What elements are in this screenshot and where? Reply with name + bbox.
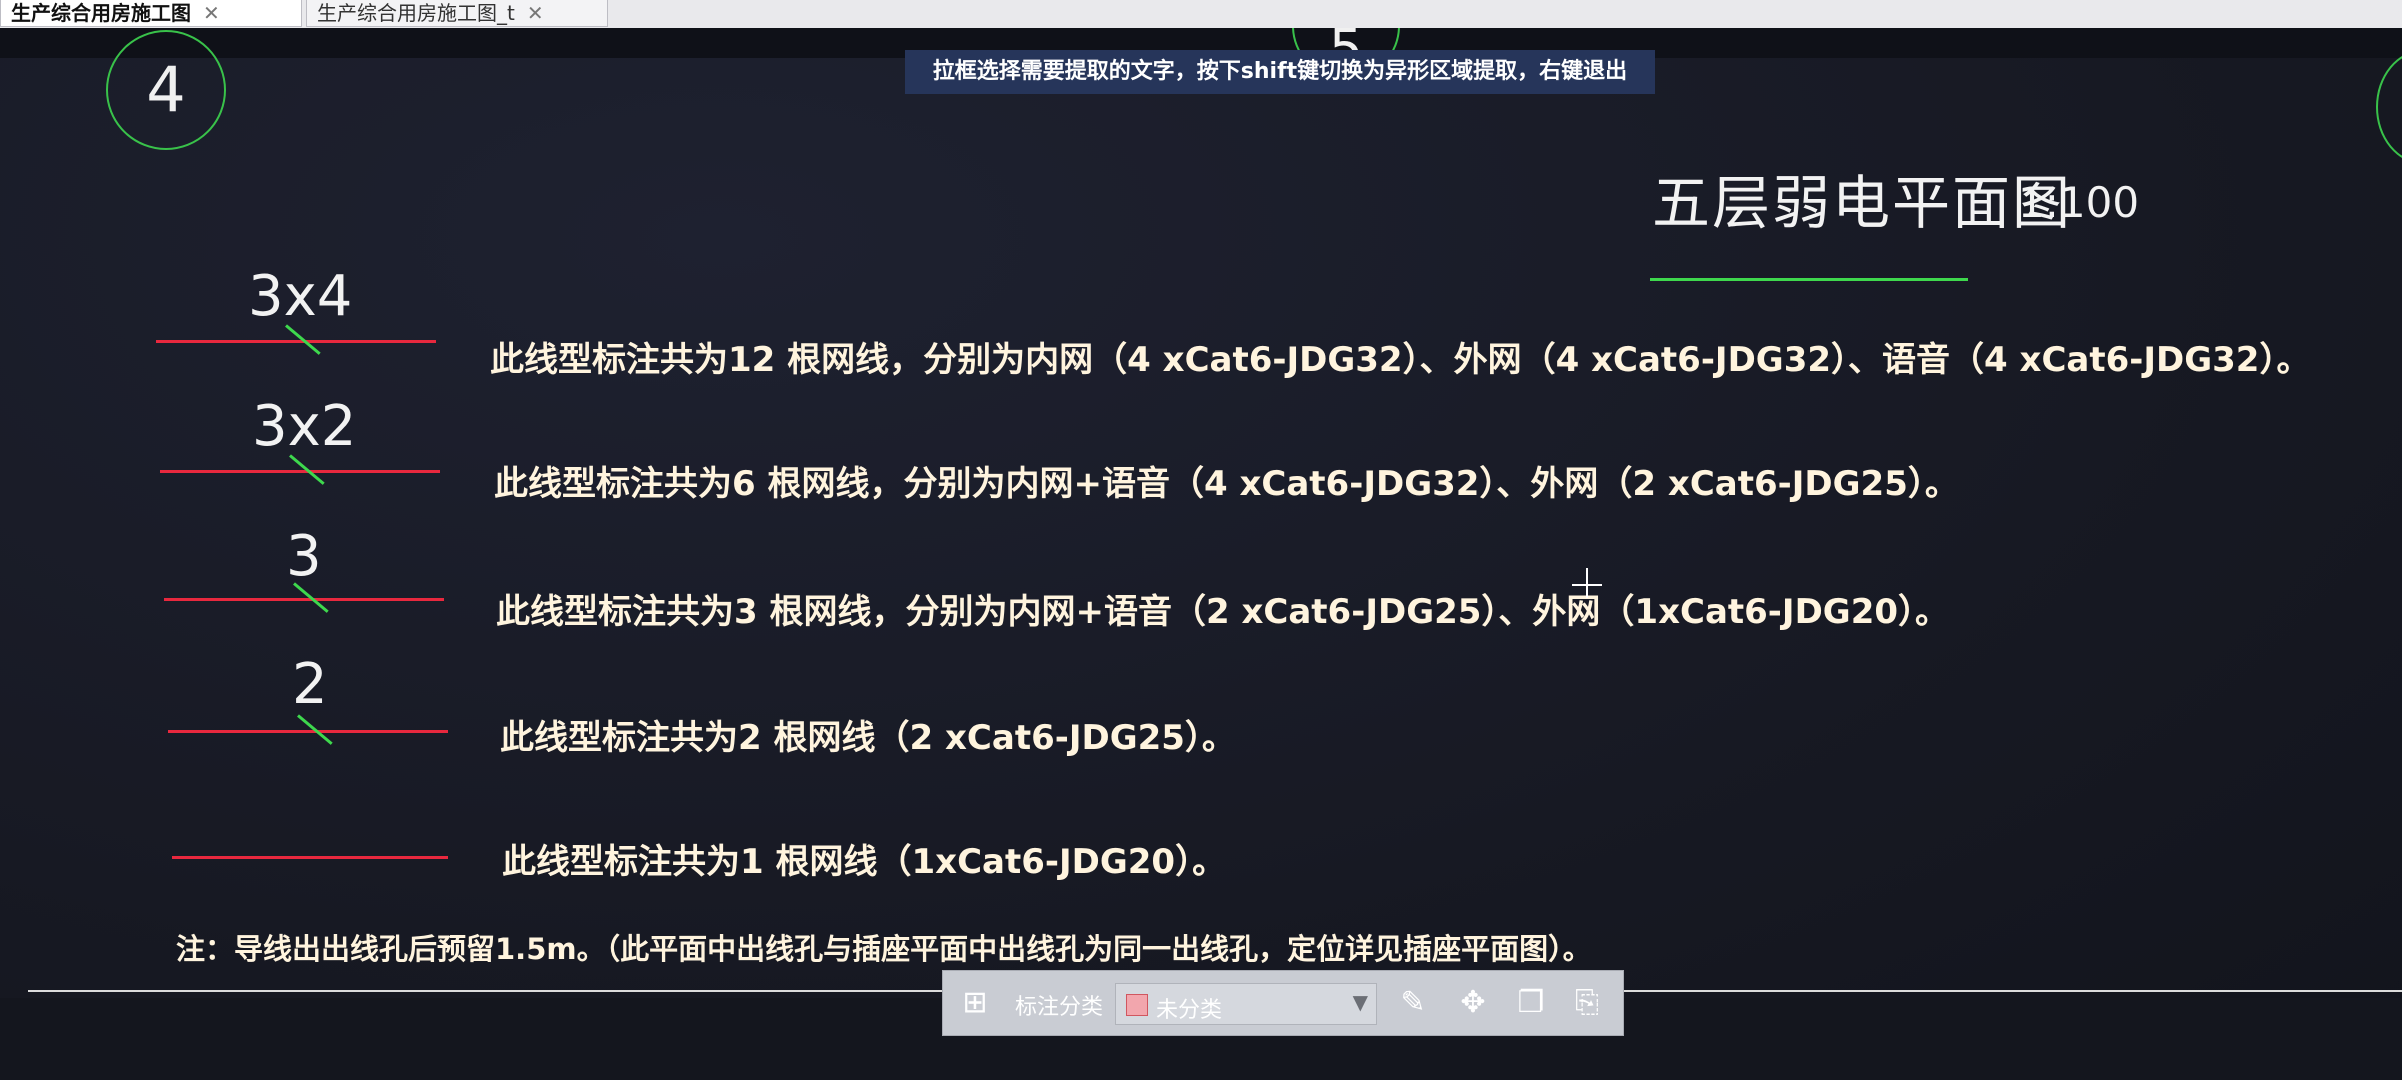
crosshair-cursor-h [1572, 584, 1602, 586]
copy-icon[interactable]: ❐ [1513, 985, 1549, 1021]
legend-count-1: 3x4 [248, 264, 353, 329]
legend-line-4 [168, 730, 448, 733]
annotation-category-label: 标注分类 [1015, 995, 1104, 1020]
tab-strip: 生产综合用房施工图 ✕ 生产综合用房施工图_t ✕ [0, 0, 2402, 28]
tab-drawing-2[interactable]: 生产综合用房施工图_t ✕ [306, 0, 608, 27]
legend-line-1 [156, 340, 436, 343]
legend-description-5: 此线型标注共为1 根网线（1xCat6-JDG20）。 [502, 842, 1227, 882]
tab-label: 生产综合用房施工图_t [317, 1, 515, 25]
legend-description-2: 此线型标注共为6 根网线，分别为内网+语音（4 xCat6-JDG32）、外网（… [494, 464, 1959, 504]
paste-icon[interactable]: ⎘ [1569, 985, 1605, 1021]
chevron-down-icon: ▼ [1352, 990, 1368, 1014]
drawing-scale: 1:100 [2018, 178, 2140, 227]
legend-count-4: 2 [292, 652, 328, 717]
legend-line-3 [164, 598, 444, 601]
legend-description-3: 此线型标注共为3 根网线，分别为内网+语音（2 xCat6-JDG25）、外网（… [496, 592, 1950, 632]
legend-description-1: 此线型标注共为12 根网线，分别为内网（4 xCat6-JDG32）、外网（4 … [490, 340, 2311, 380]
legend-count-2: 3x2 [252, 394, 357, 459]
grid-icon[interactable]: ⊞ [957, 985, 993, 1021]
drawing-note: 注：导线出出线孔后预留1.5m。（此平面中出线孔与插座平面中出线孔为同一出线孔，… [176, 932, 1592, 966]
title-underline [1650, 278, 1968, 281]
axis-bubble-left: 4 [106, 30, 226, 150]
legend-line-5 [172, 856, 448, 859]
move-icon[interactable]: ✥ [1455, 985, 1491, 1021]
extract-hint-bar: 拉框选择需要提取的文字，按下shift键切换为异形区域提取，右键退出 [905, 50, 1655, 94]
legend-description-4: 此线型标注共为2 根网线（2 xCat6-JDG25）。 [500, 718, 1236, 758]
cad-canvas[interactable]: 4 5 拉框选择需要提取的文字，按下shift键切换为异形区域提取，右键退出 五… [0, 28, 2402, 1080]
tab-drawing-1[interactable]: 生产综合用房施工图 ✕ [0, 0, 302, 27]
annotation-toolbar: ⊞ 标注分类 未分类 ▼ ✎ ✥ ❐ ⎘ [942, 970, 1624, 1036]
axis-bubble-right [2376, 50, 2402, 164]
category-color-swatch [1126, 994, 1148, 1016]
legend-line-2 [160, 470, 440, 473]
category-select[interactable]: 未分类 ▼ [1115, 983, 1377, 1025]
crosshair-cursor [1586, 568, 1588, 598]
edit-icon[interactable]: ✎ [1395, 985, 1431, 1021]
legend-count-3: 3 [286, 524, 322, 589]
category-value: 未分类 [1156, 998, 1223, 1023]
close-icon[interactable]: ✕ [203, 1, 220, 25]
tab-label: 生产综合用房施工图 [11, 1, 191, 25]
close-icon[interactable]: ✕ [527, 1, 544, 25]
drawing-title: 五层弱电平面图 [1652, 169, 2073, 237]
